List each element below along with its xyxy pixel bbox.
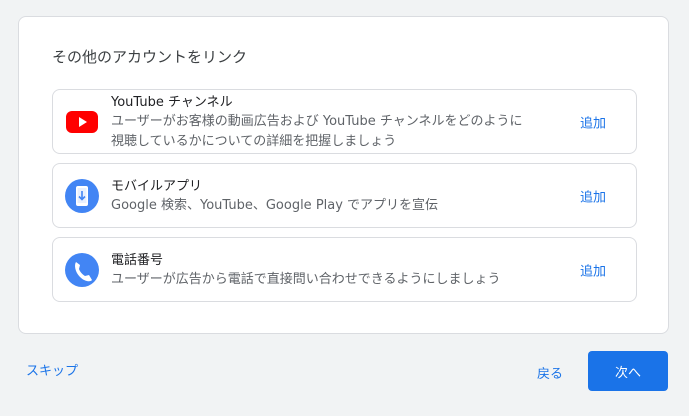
row-description: ユーザーがお客様の動画広告および YouTube チャンネルをどのように視聴して… xyxy=(111,113,523,149)
add-youtube-button[interactable]: 追加 xyxy=(580,112,606,131)
add-mobile-app-button[interactable]: 追加 xyxy=(580,186,606,205)
back-button[interactable]: 戻る xyxy=(537,363,563,382)
account-row-mobile-app: モバイルアプリ Google 検索、YouTube、Google Play でア… xyxy=(52,163,637,228)
phone-icon xyxy=(53,252,111,287)
row-description: Google 検索、YouTube、Google Play でアプリを宣伝 xyxy=(111,197,439,213)
row-description: ユーザーが広告から電話で直接問い合わせできるようにしましょう xyxy=(111,271,501,287)
card-title: その他のアカウントをリンク xyxy=(52,48,248,66)
row-title: 電話番号 xyxy=(111,252,164,268)
link-accounts-card: その他のアカウントをリンク YouTube チャンネル ユーザーがお客様の動画広… xyxy=(18,16,669,334)
skip-button[interactable]: スキップ xyxy=(26,360,78,379)
next-button[interactable]: 次へ xyxy=(588,351,668,391)
add-phone-button[interactable]: 追加 xyxy=(580,260,606,279)
account-row-youtube: YouTube チャンネル ユーザーがお客様の動画広告および YouTube チ… xyxy=(52,89,637,154)
row-title: YouTube チャンネル xyxy=(111,94,233,110)
account-row-phone: 電話番号 ユーザーが広告から電話で直接問い合わせできるようにしましょう 追加 xyxy=(52,237,637,302)
youtube-icon xyxy=(53,110,111,133)
mobile-app-icon xyxy=(53,178,111,213)
row-title: モバイルアプリ xyxy=(111,178,203,194)
